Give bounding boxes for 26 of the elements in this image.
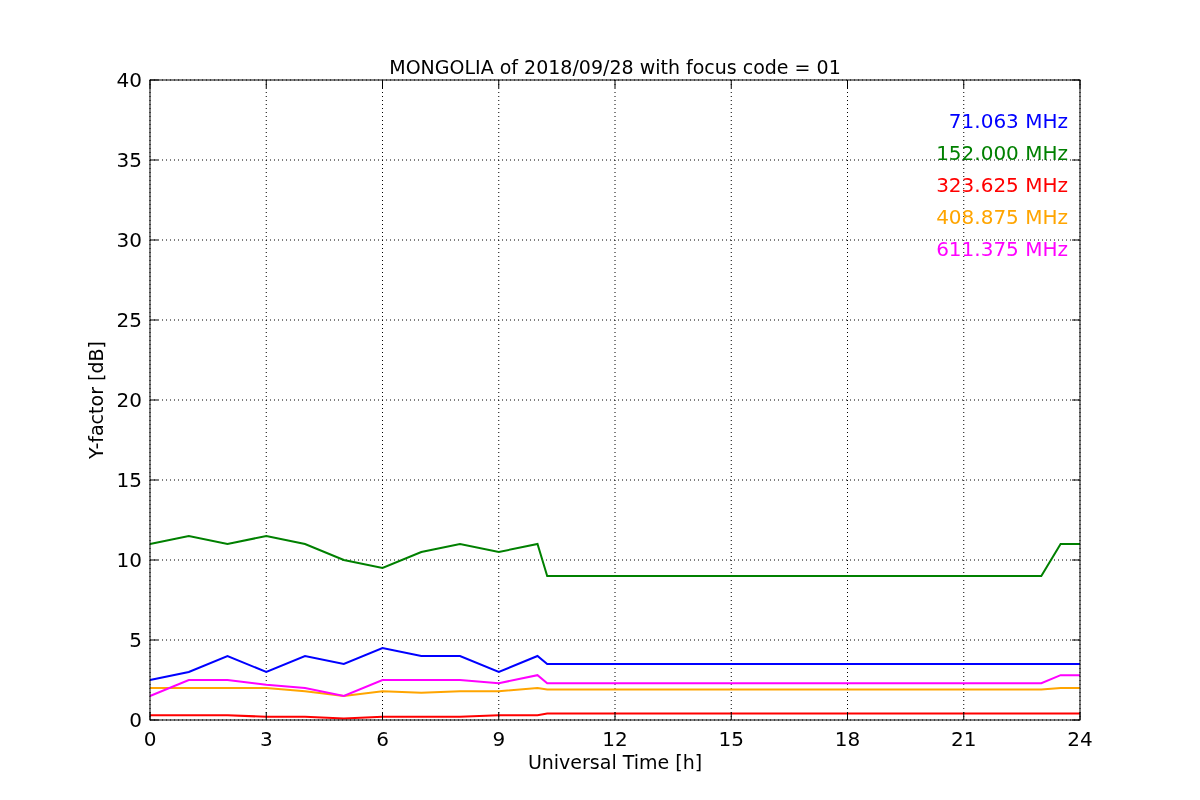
legend-label: 408.875 MHz	[936, 205, 1068, 229]
tick-label: 20	[116, 388, 142, 412]
tick-label: 0	[143, 727, 157, 751]
tick-label: 6	[376, 727, 389, 751]
tick-label: 15	[116, 468, 142, 492]
tick-label: 40	[116, 68, 142, 92]
axis-label: Universal Time [h]	[527, 751, 703, 773]
axis-label: Y-factor [dB]	[85, 341, 107, 459]
tick-label: 18	[834, 727, 861, 751]
tick-label: 21	[951, 727, 977, 751]
legend-label: 611.375 MHz	[936, 237, 1068, 261]
tick-label: 10	[116, 548, 142, 572]
tick-label: 0	[129, 708, 142, 732]
tick-label: 3	[259, 727, 273, 751]
tick-label: 30	[116, 228, 142, 252]
tick-label: 24	[1067, 727, 1093, 751]
tick-label: 25	[116, 308, 142, 332]
tick-label: 12	[602, 727, 628, 751]
legend-label: 71.063 MHz	[948, 109, 1068, 133]
tick-label: 35	[116, 148, 142, 172]
tick-label: 15	[718, 727, 744, 751]
legend-label: 323.625 MHz	[936, 173, 1068, 197]
tick-label: 5	[129, 628, 142, 652]
tick-label: 9	[492, 727, 506, 751]
legend-label: 152.000 MHz	[936, 141, 1068, 165]
chart-title: MONGOLIA of 2018/09/28 with focus code = 01	[389, 56, 841, 78]
